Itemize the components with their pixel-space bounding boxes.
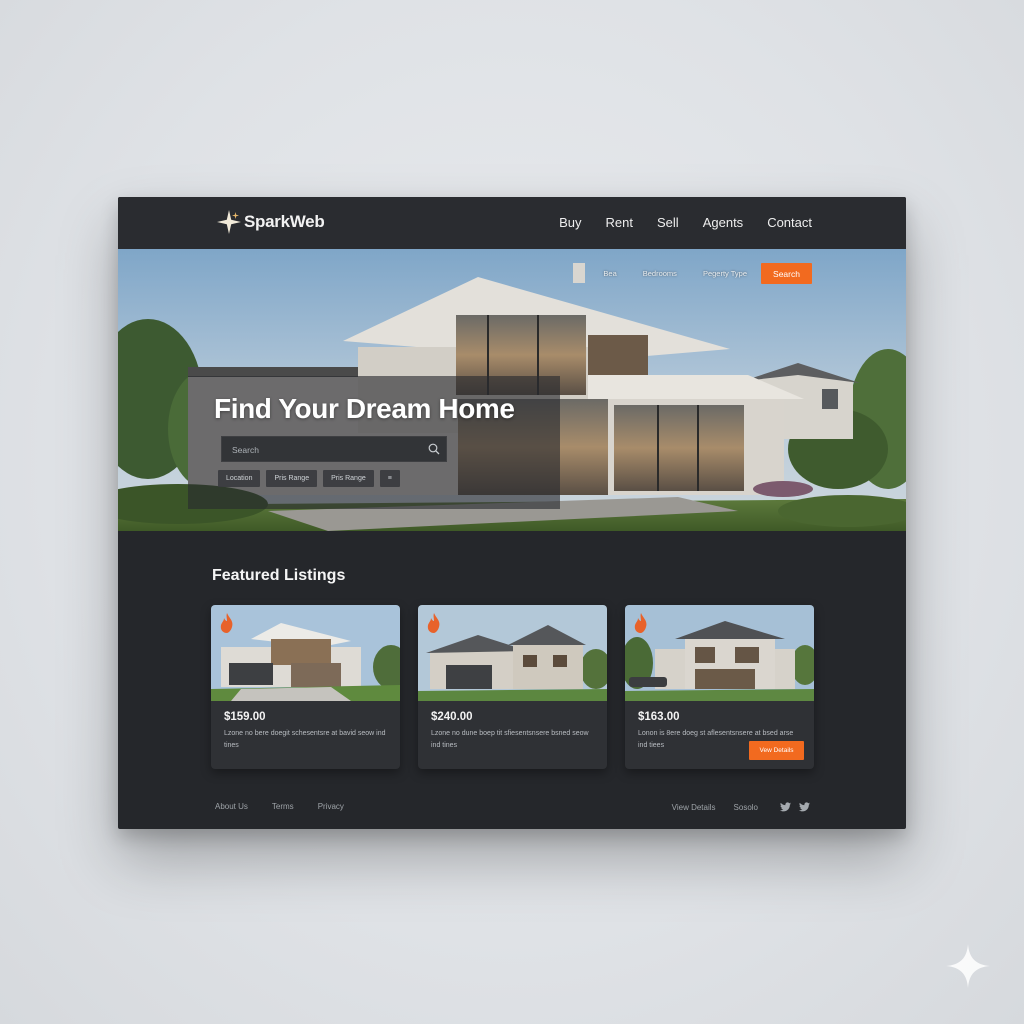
footer-about-us[interactable]: About Us bbox=[215, 802, 248, 811]
filter-beds[interactable]: Bea bbox=[603, 269, 616, 278]
nav-rent[interactable]: Rent bbox=[606, 215, 633, 230]
twitter-icon[interactable] bbox=[780, 802, 791, 812]
filter-bedrooms[interactable]: Bedrooms bbox=[643, 269, 677, 278]
listing-photo bbox=[418, 605, 607, 701]
chip-price-range-2[interactable]: Pris Range bbox=[323, 470, 374, 487]
logo[interactable]: SparkWeb bbox=[216, 209, 325, 235]
nav-buy[interactable]: Buy bbox=[559, 215, 581, 230]
filter-search-button[interactable]: Search bbox=[761, 263, 812, 284]
listing-card[interactable]: $240.00 Lzone no dune boep tit sfiesents… bbox=[418, 605, 607, 769]
filter-property-type[interactable]: Pegerty Type bbox=[703, 269, 747, 278]
listing-card[interactable]: $159.00 Lzone no bere doegit schesentsre… bbox=[211, 605, 400, 769]
view-details-button[interactable]: Vew Details bbox=[749, 741, 804, 760]
listing-description: Lzone no bere doegit schesentsre at bavi… bbox=[224, 730, 386, 749]
hero-search-input[interactable]: Search bbox=[221, 436, 447, 462]
social-links bbox=[772, 802, 810, 812]
flame-icon bbox=[427, 613, 440, 633]
listing-price: $240.00 bbox=[431, 711, 473, 723]
footer-view-details[interactable]: View Details bbox=[672, 803, 716, 812]
hero-section: Bea Bedrooms Pegerty Type Search Find Yo… bbox=[118, 249, 906, 531]
featured-title: Featured Listings bbox=[212, 567, 346, 584]
logo-text: SparkWeb bbox=[244, 212, 325, 231]
listing-photo bbox=[625, 605, 814, 701]
sparkle-watermark-icon bbox=[946, 944, 990, 988]
listing-price: $163.00 bbox=[638, 711, 680, 723]
flame-icon bbox=[634, 613, 647, 633]
browser-window: SparkWeb Buy Rent Sell Agents Contact Be… bbox=[118, 197, 906, 829]
hero-title: Find Your Dream Home bbox=[214, 393, 515, 424]
chip-location[interactable]: Location bbox=[218, 470, 261, 487]
footer-privacy[interactable]: Privacy bbox=[318, 802, 344, 811]
hero-filter-bar: Bea Bedrooms Pegerty Type Search bbox=[577, 263, 812, 284]
chip-more-filters[interactable]: ≡ bbox=[379, 470, 400, 487]
nav-agents[interactable]: Agents bbox=[703, 215, 743, 230]
nav-sell[interactable]: Sell bbox=[657, 215, 679, 230]
listing-description: Lzone no dune boep tit sfiesentsnsere bs… bbox=[431, 730, 589, 749]
listing-price: $159.00 bbox=[224, 711, 266, 723]
footer-links: About Us Terms Privacy bbox=[215, 802, 368, 811]
spark-logo-icon bbox=[217, 210, 241, 234]
flame-icon bbox=[220, 613, 233, 633]
footer-social-label[interactable]: Sosolo bbox=[734, 803, 758, 812]
search-icon[interactable] bbox=[420, 436, 447, 462]
nav-contact[interactable]: Contact bbox=[767, 215, 812, 230]
footer-right: View Details Sosolo bbox=[654, 802, 810, 812]
hero-filter-chips: Location Pris Range Pris Range ≡ bbox=[218, 470, 406, 487]
footer-terms[interactable]: Terms bbox=[272, 802, 294, 811]
twitter-icon[interactable] bbox=[799, 802, 810, 812]
chip-price-range-1[interactable]: Pris Range bbox=[266, 470, 318, 487]
listing-photo bbox=[211, 605, 400, 701]
listing-card[interactable]: $163.00 Lonon is 8ere doeg st aflesentsn… bbox=[625, 605, 814, 769]
site-header: SparkWeb Buy Rent Sell Agents Contact bbox=[118, 197, 906, 249]
main-nav: Buy Rent Sell Agents Contact bbox=[535, 215, 812, 230]
